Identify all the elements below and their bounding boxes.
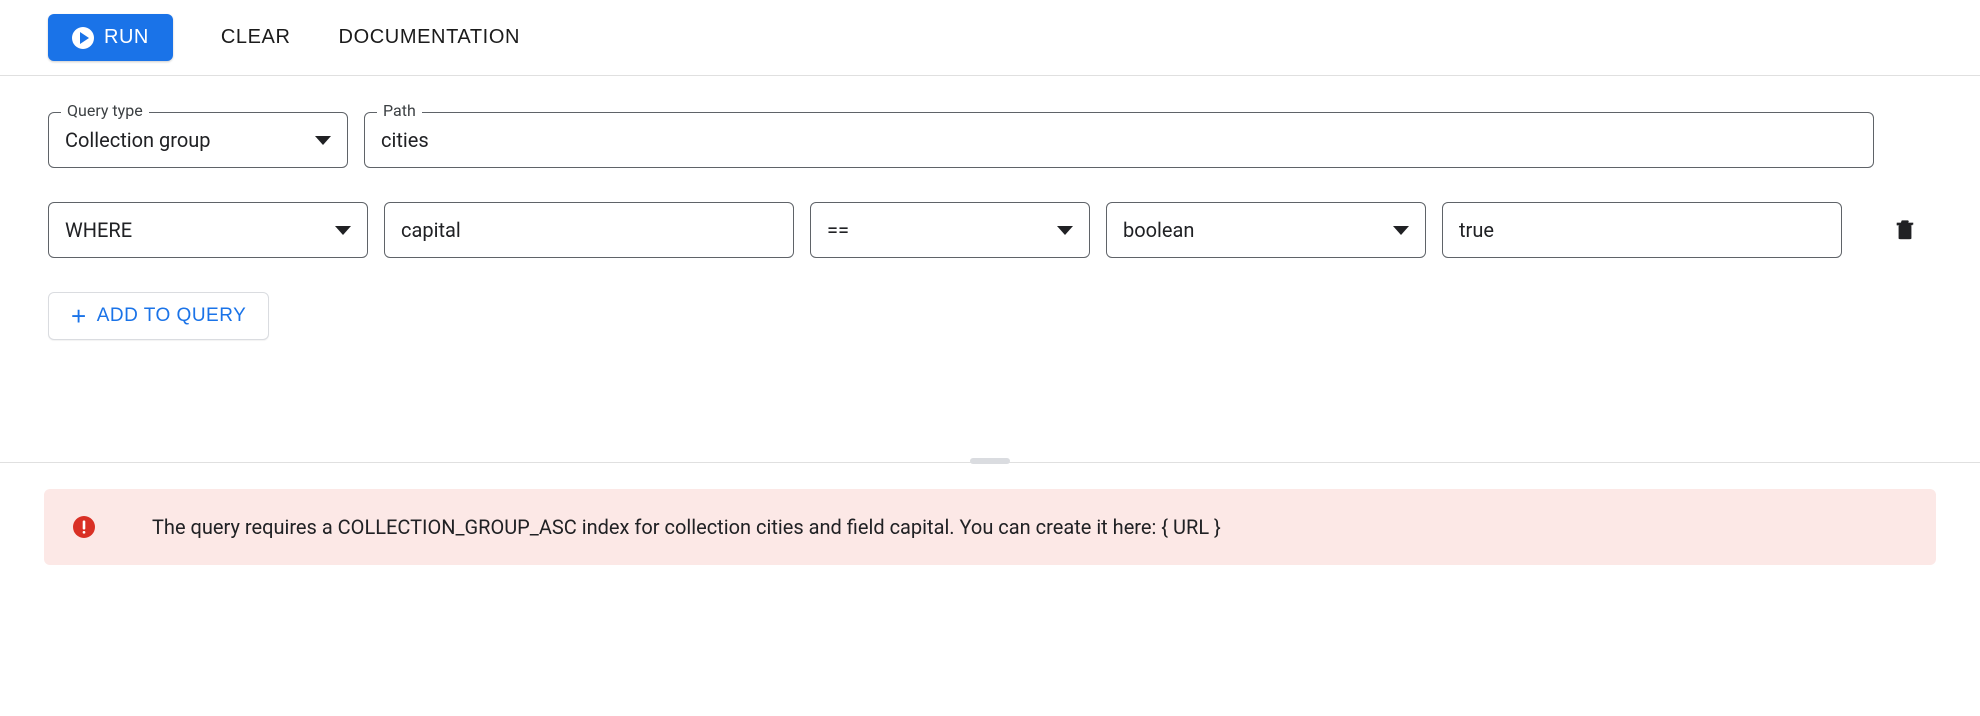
play-icon [72,27,94,49]
query-builder: Query type Collection group Path WHERE =… [0,76,1980,352]
chevron-down-icon [315,136,331,145]
value-type-value: boolean [1123,218,1381,242]
query-header-row: Query type Collection group Path [48,112,1932,168]
value-type-select[interactable]: boolean [1106,202,1426,258]
path-input-field[interactable]: Path [364,112,1874,168]
query-type-label: Query type [61,101,149,120]
condition-row: WHERE == boolean [48,202,1932,258]
chevron-down-icon [1057,226,1073,235]
results-divider: The query requires a COLLECTION_GROUP_AS… [0,462,1980,565]
chevron-down-icon [1393,226,1409,235]
chevron-down-icon [335,226,351,235]
error-panel: The query requires a COLLECTION_GROUP_AS… [44,489,1936,565]
run-button-label: RUN [104,26,149,49]
condition-value-input[interactable] [1442,202,1842,258]
condition-field-input[interactable] [384,202,794,258]
add-to-query-label: ADD TO QUERY [97,305,247,327]
error-icon [72,515,96,539]
delete-condition-button[interactable] [1886,210,1924,250]
condition-value-value[interactable] [1459,218,1825,242]
error-message: The query requires a COLLECTION_GROUP_AS… [152,515,1221,539]
clause-select[interactable]: WHERE [48,202,368,258]
path-label: Path [377,101,422,120]
query-type-select[interactable]: Query type Collection group [48,112,348,168]
condition-field-value[interactable] [401,218,777,242]
toolbar: RUN CLEAR DOCUMENTATION [0,0,1980,76]
path-input[interactable] [381,128,1857,152]
clause-value: WHERE [65,218,323,242]
documentation-button[interactable]: DOCUMENTATION [339,26,521,49]
plus-icon: + [71,307,87,325]
operator-select[interactable]: == [810,202,1090,258]
add-to-query-button[interactable]: + ADD TO QUERY [48,292,269,340]
query-type-value: Collection group [65,128,303,152]
drag-handle[interactable] [970,458,1010,464]
clear-button[interactable]: CLEAR [221,26,291,49]
run-button[interactable]: RUN [48,14,173,61]
trash-icon [1894,218,1916,242]
operator-value: == [827,218,1045,242]
